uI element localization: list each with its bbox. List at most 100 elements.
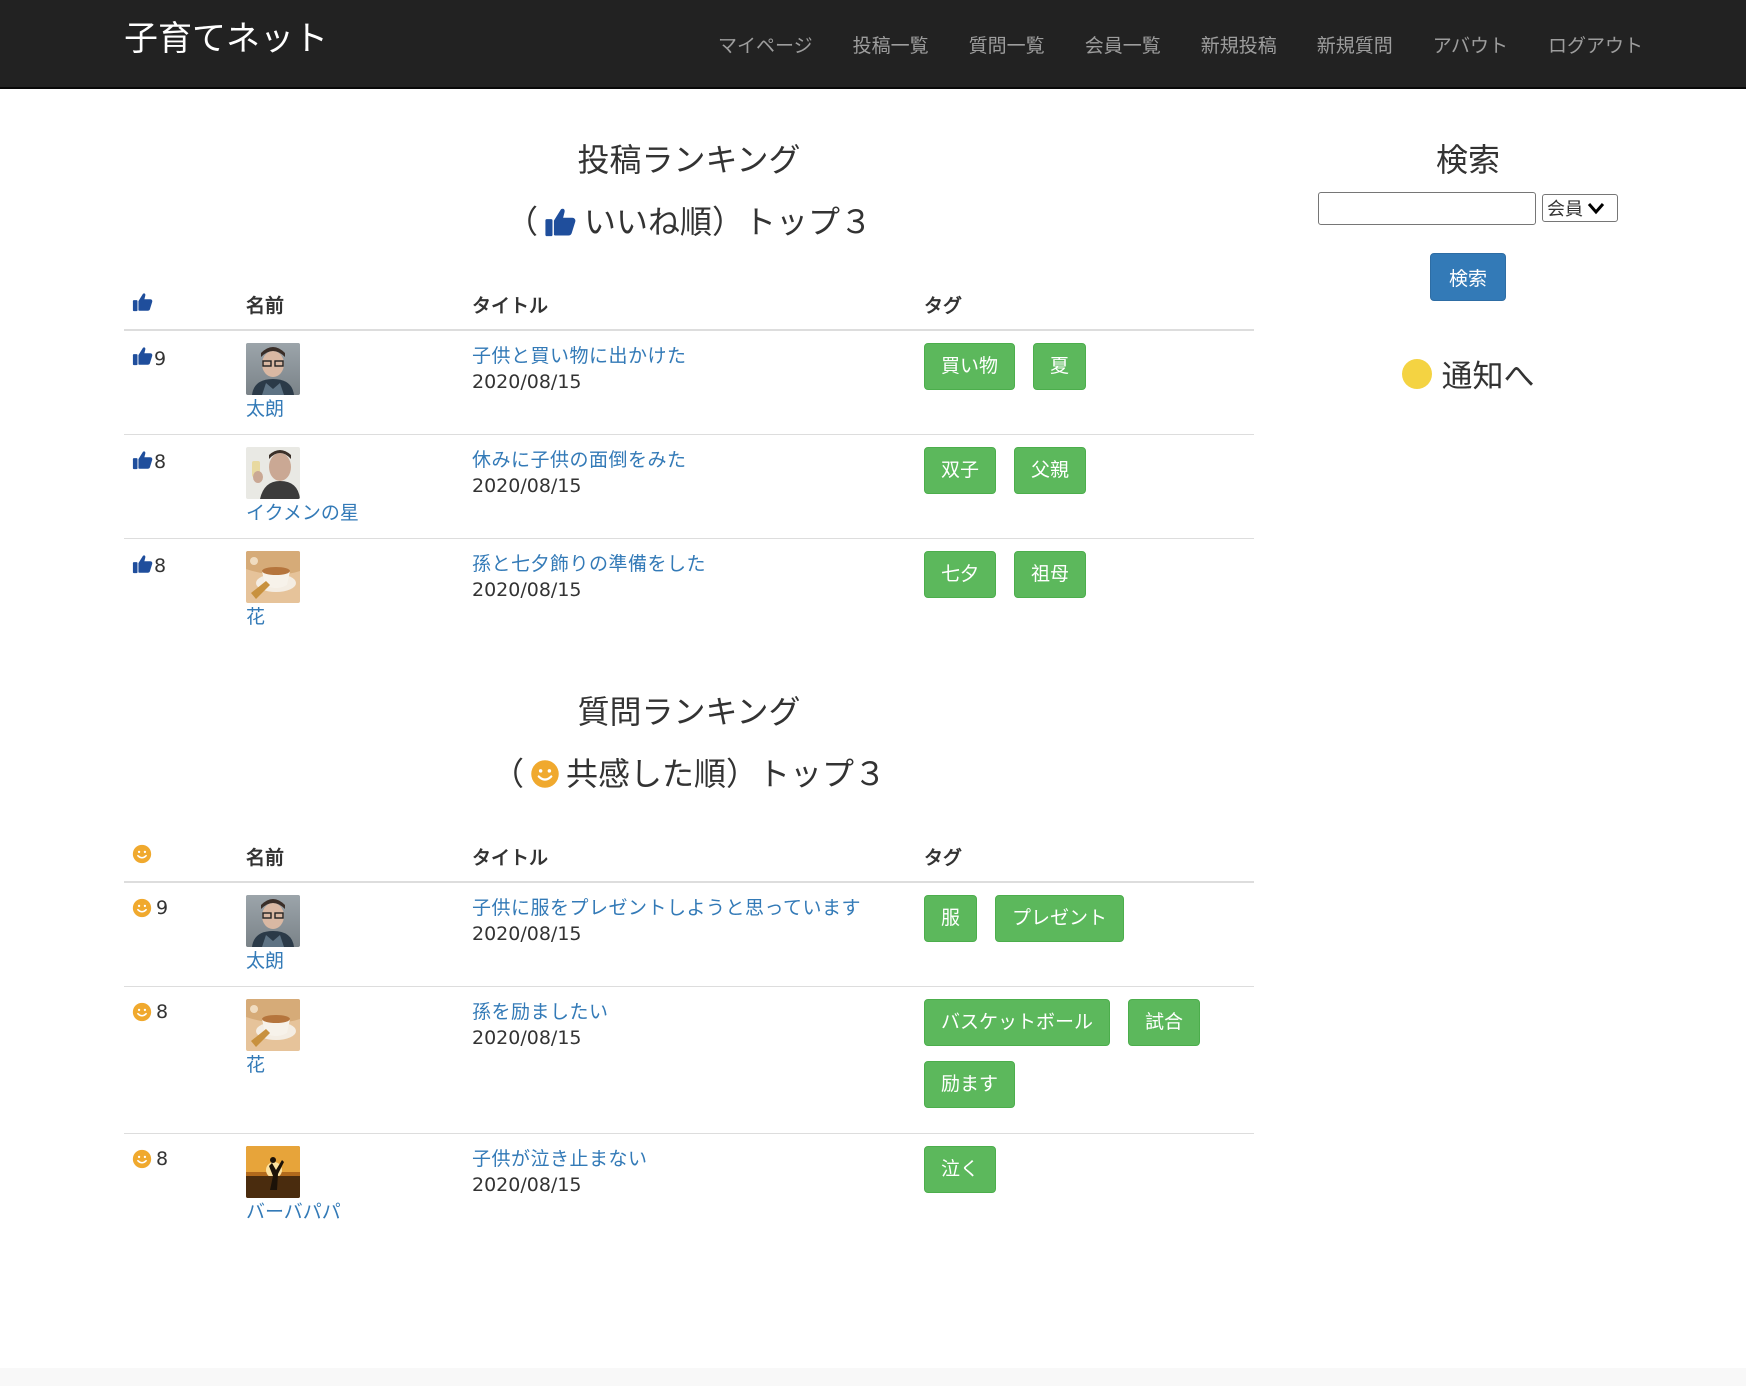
- tag-button[interactable]: 夏: [1033, 343, 1087, 390]
- user-link[interactable]: 花: [246, 605, 456, 629]
- table-row: 8 花 孫と七夕飾りの準備をした 2020/08/15 七夕 祖母: [124, 538, 1254, 642]
- search-type-select[interactable]: 会員: [1542, 194, 1618, 222]
- question-title-link[interactable]: 子供に服をプレゼントしようと思っています: [472, 895, 908, 921]
- post-date: 2020/08/15: [472, 1173, 582, 1196]
- smiley-icon: [530, 759, 560, 789]
- tag-list: 七夕 祖母: [924, 550, 1246, 613]
- title-header: タイトル: [464, 280, 916, 331]
- chevron-down-icon: [1587, 201, 1605, 215]
- tag-button[interactable]: バスケットボール: [924, 998, 1111, 1046]
- search-button[interactable]: 検索: [1430, 253, 1506, 301]
- empathy-count: 8: [132, 1148, 230, 1170]
- nav-new-post[interactable]: 新規投稿: [1201, 31, 1277, 58]
- user-link[interactable]: 太朗: [246, 397, 456, 421]
- post-date: 2020/08/15: [472, 578, 582, 601]
- brand-logo[interactable]: 子育てネット: [124, 18, 328, 60]
- like-count: 8: [132, 449, 230, 476]
- post-title-link[interactable]: 休みに子供の面倒をみた: [472, 447, 908, 473]
- empathy-count: 9: [132, 897, 230, 919]
- tag-list: 服プレゼント: [924, 895, 1246, 957]
- question-ranking-subtitle: （ 共感した順）トップ３: [124, 754, 1254, 794]
- table-header-row: 名前 タイトル タグ: [124, 280, 1254, 331]
- smiley-icon: [132, 847, 152, 869]
- nav-new-question[interactable]: 新規質問: [1317, 31, 1393, 58]
- navbar: 子育てネット マイページ 投稿一覧 質問一覧 会員一覧 新規投稿 新規質問 アバ…: [0, 0, 1746, 89]
- question-title-link[interactable]: 子供が泣き止まない: [472, 1146, 908, 1172]
- main-content: 投稿ランキング （ いいね順）トップ３ 名前 タイトル タグ 9 太朗 子供と買…: [124, 89, 1254, 1237]
- thumbs-up-icon: [132, 449, 154, 476]
- nav-questions[interactable]: 質問一覧: [969, 31, 1045, 58]
- post-date: 2020/08/15: [472, 371, 582, 393]
- table-row: 9 太朗 子供に服をプレゼントしようと思っています 2020/08/15 服プレゼ…: [124, 882, 1254, 987]
- question-ranking-title: 質問ランキング: [577, 693, 801, 731]
- user-link[interactable]: バーバパパ: [246, 1200, 456, 1224]
- tag-list: 買い物夏: [924, 343, 1246, 405]
- tags-header: タグ: [916, 832, 1254, 883]
- post-ranking-subtitle: （ いいね順）トップ３: [124, 202, 1254, 242]
- search-form: 会員: [1318, 192, 1618, 225]
- thumbs-up-icon: [132, 296, 154, 318]
- nav-links: マイページ 投稿一覧 質問一覧 会員一覧 新規投稿 新規質問 アバウト ログアウ…: [718, 0, 1643, 89]
- table-row: 8 イクメンの星 休みに子供の面倒をみた 2020/08/15 双子 父親: [124, 434, 1254, 539]
- search-input[interactable]: [1318, 192, 1536, 225]
- avatar[interactable]: [246, 343, 300, 395]
- yellow-dot-icon: [1401, 358, 1432, 389]
- smiley-icon: [132, 898, 152, 918]
- tag-button[interactable]: 双子: [924, 446, 997, 494]
- nav-logout[interactable]: ログアウト: [1548, 31, 1643, 58]
- thumbs-up-icon: [544, 205, 578, 239]
- notification-label: 通知へ: [1441, 359, 1535, 395]
- avatar[interactable]: [246, 895, 300, 947]
- sidebar: 検索 会員 検索 通知へ: [1318, 89, 1618, 396]
- nav-about[interactable]: アバウト: [1433, 31, 1508, 58]
- user-link[interactable]: 花: [246, 1053, 456, 1077]
- nav-mypage[interactable]: マイページ: [718, 31, 813, 58]
- tag-button[interactable]: 試合: [1128, 998, 1201, 1046]
- tag-button[interactable]: 父親: [1014, 446, 1087, 494]
- like-count-value: 8: [154, 555, 167, 577]
- tag-button[interactable]: 買い物: [924, 343, 1016, 390]
- subtitle-text: 共感した順）トップ３: [566, 755, 887, 793]
- post-ranking-table: 名前 タイトル タグ 9 太朗 子供と買い物に出かけた 2020/08/15 買い…: [124, 280, 1254, 642]
- nav-posts[interactable]: 投稿一覧: [853, 31, 929, 58]
- thumbs-up-icon: [132, 553, 154, 580]
- avatar[interactable]: [246, 1146, 300, 1198]
- footer: [0, 1368, 1746, 1386]
- tag-button[interactable]: 服: [924, 895, 978, 942]
- user-link[interactable]: 太朗: [246, 949, 456, 973]
- smiley-icon: [132, 1149, 152, 1169]
- post-date: 2020/08/15: [472, 1026, 582, 1049]
- like-count: 9: [132, 345, 230, 372]
- empathy-count-value: 8: [156, 1000, 169, 1023]
- tag-button[interactable]: 励ます: [924, 1060, 1016, 1108]
- tag-button[interactable]: 七夕: [924, 550, 997, 598]
- avatar[interactable]: [246, 447, 300, 499]
- question-title-link[interactable]: 孫を励ましたい: [472, 999, 908, 1025]
- thumbs-up-icon: [132, 345, 154, 372]
- post-ranking-title: 投稿ランキング: [577, 141, 801, 179]
- table-row: 9 太朗 子供と買い物に出かけた 2020/08/15 買い物夏: [124, 330, 1254, 435]
- table-header-row: 名前 タイトル タグ: [124, 832, 1254, 883]
- tag-list: 双子 父親: [924, 446, 1246, 509]
- name-header: 名前: [238, 832, 464, 883]
- subtitle-text: いいね順）トップ３: [584, 203, 873, 241]
- table-row: 8 バーバパパ 子供が泣き止まない 2020/08/15 泣く: [124, 1133, 1254, 1237]
- notification-link[interactable]: 通知へ: [1318, 351, 1618, 396]
- tag-list: 泣く: [924, 1145, 1246, 1208]
- post-title-link[interactable]: 子供と買い物に出かけた: [472, 343, 908, 369]
- user-link[interactable]: イクメンの星: [246, 501, 456, 525]
- question-ranking-table: 名前 タイトル タグ 9 太朗 子供に服をプレゼントしようと思っています 2020…: [124, 832, 1254, 1237]
- table-row: 8 花 孫を励ましたい 2020/08/15 バスケットボール 試合励ます: [124, 986, 1254, 1134]
- avatar[interactable]: [246, 999, 300, 1051]
- empathy-count-value: 8: [156, 1147, 169, 1170]
- post-title-link[interactable]: 孫と七夕飾りの準備をした: [472, 551, 908, 577]
- like-count-value: 8: [154, 451, 167, 473]
- tag-button[interactable]: プレゼント: [995, 895, 1125, 942]
- avatar[interactable]: [246, 551, 300, 603]
- tag-button[interactable]: 泣く: [924, 1145, 997, 1193]
- tag-button[interactable]: 祖母: [1014, 550, 1087, 598]
- name-header: 名前: [238, 280, 464, 331]
- smiley-icon: [132, 1002, 152, 1022]
- nav-members[interactable]: 会員一覧: [1085, 31, 1161, 58]
- like-count-value: 9: [154, 347, 167, 370]
